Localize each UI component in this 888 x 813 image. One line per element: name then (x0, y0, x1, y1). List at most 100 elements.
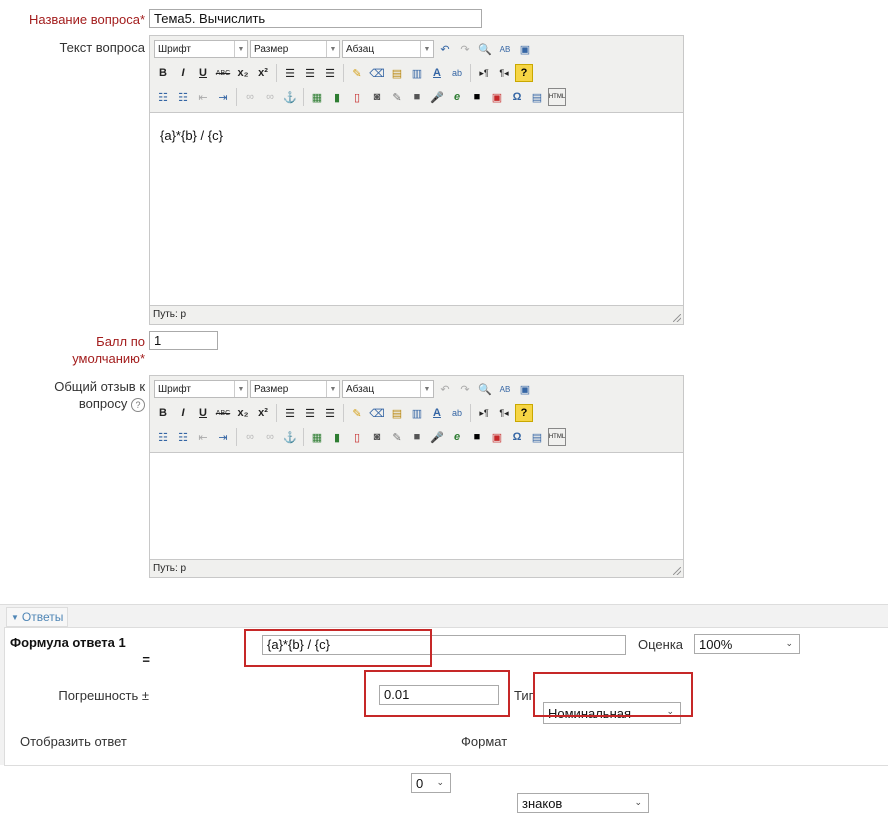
answers-section-toggle[interactable]: ▼ Ответы (6, 607, 69, 627)
file-icon[interactable]: ▯ (348, 88, 366, 106)
paste-word-icon[interactable]: ▥ (408, 404, 426, 422)
media-icon[interactable]: ▮ (328, 88, 346, 106)
help-icon[interactable]: ? (515, 64, 533, 82)
subscript-icon[interactable]: x₂ (234, 64, 252, 82)
table-icon[interactable]: ▤ (528, 88, 546, 106)
file-icon[interactable]: ▯ (348, 428, 366, 446)
text-color-icon[interactable]: A (428, 64, 446, 82)
text-color-icon[interactable]: A (428, 404, 446, 422)
eraser-icon[interactable]: ⌫ (368, 404, 386, 422)
table-icon[interactable]: ▤ (528, 428, 546, 446)
align-left-icon[interactable]: ☰ (281, 64, 299, 82)
align-left-icon[interactable]: ☰ (281, 404, 299, 422)
link-icon[interactable]: ∞ (241, 88, 259, 106)
help-circle-icon[interactable]: ? (131, 398, 145, 412)
grade-select[interactable]: 100% ⌄ (694, 634, 800, 654)
camera-icon[interactable]: ◙ (368, 88, 386, 106)
numbered-list-icon[interactable]: ☷ (174, 428, 192, 446)
media-icon[interactable]: ▮ (328, 428, 346, 446)
superscript-icon[interactable]: x² (254, 404, 272, 422)
pencil-icon[interactable]: ✎ (388, 428, 406, 446)
replace-icon[interactable]: AB (496, 40, 514, 58)
paste-text-icon[interactable]: ▤ (388, 404, 406, 422)
highlight-color-icon[interactable]: ab (448, 64, 466, 82)
spellcheck-icon[interactable]: ▣ (488, 88, 506, 106)
underline-icon[interactable]: U (194, 64, 212, 82)
indent-icon[interactable]: ⇥ (214, 428, 232, 446)
special-char-icon[interactable]: Ω (508, 428, 526, 446)
align-center-icon[interactable]: ☰ (301, 404, 319, 422)
outdent-icon[interactable]: ⇤ (194, 428, 212, 446)
ltr-icon[interactable]: ▸¶ (475, 404, 493, 422)
resize-handle[interactable] (673, 567, 681, 575)
replace-icon[interactable]: AB (496, 380, 514, 398)
paragraph-select[interactable]: Абзац ▼ (342, 40, 434, 58)
image-icon[interactable]: ▦ (308, 88, 326, 106)
microphone-icon[interactable]: 🎤 (428, 428, 446, 446)
numbered-list-icon[interactable]: ☷ (174, 88, 192, 106)
superscript-icon[interactable]: x² (254, 64, 272, 82)
rtl-icon[interactable]: ¶◂ (495, 404, 513, 422)
special-char-icon[interactable]: Ω (508, 88, 526, 106)
redo-icon[interactable]: ↷ (456, 40, 474, 58)
pencil-icon[interactable]: ✎ (388, 88, 406, 106)
bullet-list-icon[interactable]: ☷ (154, 428, 172, 446)
redo-icon[interactable]: ↷ (456, 380, 474, 398)
find-icon[interactable]: 🔍 (476, 380, 494, 398)
help-icon[interactable]: ? (515, 404, 533, 422)
emoticon-icon[interactable]: ■ (468, 428, 486, 446)
paste-text-icon[interactable]: ▤ (388, 64, 406, 82)
html-source-icon[interactable]: HTML (548, 428, 566, 446)
find-icon[interactable]: 🔍 (476, 40, 494, 58)
resize-handle[interactable] (673, 314, 681, 322)
fullscreen-icon[interactable]: ▣ (516, 40, 534, 58)
indent-icon[interactable]: ⇥ (214, 88, 232, 106)
clean-icon[interactable]: ✎ (348, 404, 366, 422)
bullet-list-icon[interactable]: ☷ (154, 88, 172, 106)
paste-word-icon[interactable]: ▥ (408, 64, 426, 82)
bold-icon[interactable]: B (154, 404, 172, 422)
emoticon-icon[interactable]: ■ (468, 88, 486, 106)
font-select[interactable]: Шрифт ▼ (154, 380, 248, 398)
default-mark-input[interactable]: 1 (149, 331, 218, 350)
video-icon[interactable]: ■ (408, 88, 426, 106)
html-source-icon[interactable]: HTML (548, 88, 566, 106)
underline-icon[interactable]: U (194, 404, 212, 422)
clean-icon[interactable]: ✎ (348, 64, 366, 82)
general-feedback-area[interactable] (150, 452, 683, 560)
format-select[interactable]: знаков ⌄ (517, 793, 649, 813)
align-center-icon[interactable]: ☰ (301, 64, 319, 82)
anchor-icon[interactable]: ⚓ (281, 88, 299, 106)
equation-icon[interactable]: e (448, 88, 466, 106)
display-answer-select[interactable]: 0 ⌄ (411, 773, 451, 793)
video-icon[interactable]: ■ (408, 428, 426, 446)
strikethrough-icon[interactable]: ABC (214, 64, 232, 82)
question-name-input[interactable]: Тема5. Вычислить (149, 9, 482, 28)
eraser-icon[interactable]: ⌫ (368, 64, 386, 82)
equation-icon[interactable]: e (448, 428, 466, 446)
outdent-icon[interactable]: ⇤ (194, 88, 212, 106)
unlink-icon[interactable]: ∞ (261, 88, 279, 106)
italic-icon[interactable]: I (174, 404, 192, 422)
strikethrough-icon[interactable]: ABC (214, 404, 232, 422)
image-icon[interactable]: ▦ (308, 428, 326, 446)
undo-icon[interactable]: ↶ (436, 380, 454, 398)
anchor-icon[interactable]: ⚓ (281, 428, 299, 446)
subscript-icon[interactable]: x₂ (234, 404, 252, 422)
highlight-color-icon[interactable]: ab (448, 404, 466, 422)
rtl-icon[interactable]: ¶◂ (495, 64, 513, 82)
font-select[interactable]: Шрифт ▼ (154, 40, 248, 58)
question-text-area[interactable]: {a}*{b} / {c} (150, 112, 683, 306)
bold-icon[interactable]: B (154, 64, 172, 82)
unlink-icon[interactable]: ∞ (261, 428, 279, 446)
undo-icon[interactable]: ↶ (436, 40, 454, 58)
fullscreen-icon[interactable]: ▣ (516, 380, 534, 398)
camera-icon[interactable]: ◙ (368, 428, 386, 446)
align-right-icon[interactable]: ☰ (321, 64, 339, 82)
link-icon[interactable]: ∞ (241, 428, 259, 446)
paragraph-select[interactable]: Абзац ▼ (342, 380, 434, 398)
italic-icon[interactable]: I (174, 64, 192, 82)
microphone-icon[interactable]: 🎤 (428, 88, 446, 106)
ltr-icon[interactable]: ▸¶ (475, 64, 493, 82)
align-right-icon[interactable]: ☰ (321, 404, 339, 422)
